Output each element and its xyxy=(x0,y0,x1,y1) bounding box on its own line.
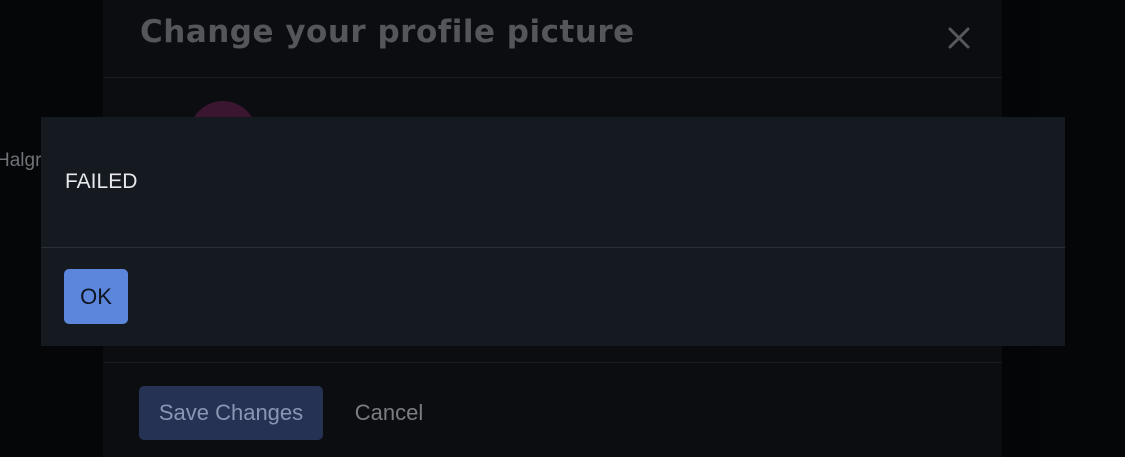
alert-body: FAILED xyxy=(41,117,1065,248)
alert-message: FAILED xyxy=(65,170,138,193)
close-icon[interactable] xyxy=(945,24,973,52)
ok-button[interactable]: OK xyxy=(64,269,128,324)
background-user-name: Halgr xyxy=(0,150,42,171)
save-changes-button[interactable]: Save Changes xyxy=(139,386,323,440)
modal-footer-divider xyxy=(103,362,1002,363)
modal-title: Change your profile picture xyxy=(140,14,635,50)
page: Halgr Change your profile picture Save C… xyxy=(0,0,1125,457)
cancel-button[interactable]: Cancel xyxy=(341,386,437,440)
modal-header: Change your profile picture xyxy=(103,0,1002,78)
alert-dialog: FAILED OK xyxy=(41,117,1065,346)
